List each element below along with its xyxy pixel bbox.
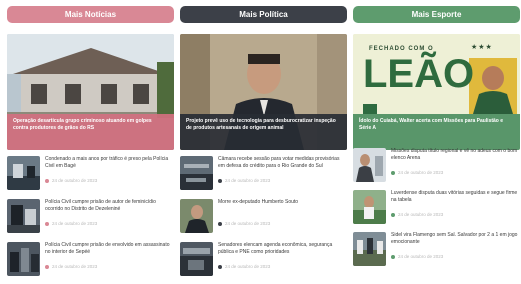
item-title[interactable]: Polícia Civil cumpre prisão de envolvido… bbox=[45, 242, 173, 256]
column-mais-esporte: Mais Esporte FECHADO COM O ★★★ LEÃO Ídol… bbox=[353, 0, 520, 266]
thumbnail-image bbox=[353, 190, 386, 224]
list-item[interactable]: Senadores elencam agenda econômica, segu… bbox=[180, 242, 347, 278]
hero-card-noticias[interactable]: Operação desarticula grupo criminoso atu… bbox=[7, 34, 174, 150]
hero-caption-noticias[interactable]: Operação desarticula grupo criminoso atu… bbox=[7, 114, 174, 150]
item-title[interactable]: Câmara recebe sessão para votar medidas … bbox=[218, 156, 346, 170]
list-item[interactable]: Condenado a mais anos por tráfico é pres… bbox=[7, 156, 174, 192]
section-header-politica[interactable]: Mais Política bbox=[180, 6, 347, 23]
hero-card-politica[interactable]: Projeto prevê uso de tecnologia para des… bbox=[180, 34, 347, 150]
list-item[interactable]: Polícia Civil cumpre prisão de envolvido… bbox=[7, 242, 174, 278]
item-date: 24 de outubro de 2023 bbox=[391, 212, 443, 217]
hero-star-icons: ★★★ bbox=[471, 44, 493, 51]
thumbnail-image bbox=[353, 232, 386, 266]
section-header-esporte[interactable]: Mais Esporte bbox=[353, 6, 520, 23]
item-title[interactable]: Polícia Civil cumpre prisão de autor de … bbox=[45, 199, 173, 213]
thumbnail-image bbox=[7, 242, 40, 276]
item-title[interactable]: Condenado a mais anos por tráfico é pres… bbox=[45, 156, 173, 170]
item-date: 24 de outubro de 2023 bbox=[218, 264, 270, 269]
list-item[interactable]: Sidel vira Flamengo sem Sal. Salvador po… bbox=[353, 232, 520, 268]
thumbnail-image bbox=[7, 199, 40, 233]
hero-caption-politica[interactable]: Projeto prevê uso de tecnologia para des… bbox=[180, 114, 347, 150]
item-date: 24 de outubro de 2023 bbox=[45, 221, 97, 226]
item-date: 24 de outubro de 2023 bbox=[391, 254, 443, 259]
item-date: 24 de outubro de 2023 bbox=[218, 221, 270, 226]
item-title[interactable]: Senadores elencam agenda econômica, segu… bbox=[218, 242, 346, 256]
item-date: 24 de outubro de 2023 bbox=[218, 178, 270, 183]
hero-caption-esporte[interactable]: Ídolo do Cuiabá, Walter acerta com Missõ… bbox=[353, 114, 520, 150]
list-item[interactable]: Luverdense disputa duas vitórias seguida… bbox=[353, 190, 520, 226]
list-item[interactable]: Câmara recebe sessão para votar medidas … bbox=[180, 156, 347, 192]
item-title[interactable]: Morre ex-deputado Humberto Souto bbox=[218, 199, 346, 206]
hero-card-esporte[interactable]: FECHADO COM O ★★★ LEÃO Ídolo do Cuiabá, … bbox=[353, 34, 520, 150]
hero-big-title: LEÃO bbox=[363, 52, 475, 96]
item-title[interactable]: Missões disputa título regional e vê no … bbox=[391, 148, 519, 162]
thumbnail-image bbox=[353, 148, 386, 182]
item-date: 24 de outubro de 2023 bbox=[45, 264, 97, 269]
list-item[interactable]: Polícia Civil cumpre prisão de autor de … bbox=[7, 199, 174, 235]
column-mais-politica: Mais Política Projeto prevê uso de tecno… bbox=[180, 0, 347, 276]
list-item[interactable]: Missões disputa título regional e vê no … bbox=[353, 148, 520, 184]
item-title[interactable]: Luverdense disputa duas vitórias seguida… bbox=[391, 190, 519, 204]
item-date: 24 de outubro de 2023 bbox=[391, 170, 443, 175]
column-mais-noticias: Mais Notícias Operação desarticula grupo… bbox=[7, 0, 174, 276]
thumbnail-image bbox=[180, 156, 213, 190]
list-item[interactable]: Morre ex-deputado Humberto Souto 24 de o… bbox=[180, 199, 347, 235]
item-date: 24 de outubro de 2023 bbox=[45, 178, 97, 183]
thumbnail-image bbox=[7, 156, 40, 190]
section-header-noticias[interactable]: Mais Notícias bbox=[7, 6, 174, 23]
thumbnail-image bbox=[180, 199, 213, 233]
item-title[interactable]: Sidel vira Flamengo sem Sal. Salvador po… bbox=[391, 232, 519, 246]
thumbnail-image bbox=[180, 242, 213, 276]
